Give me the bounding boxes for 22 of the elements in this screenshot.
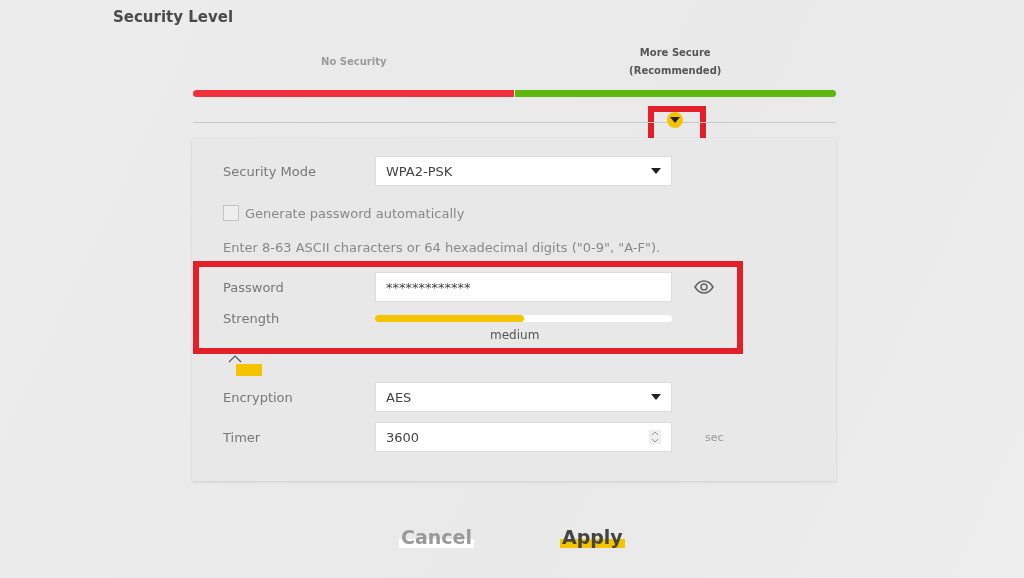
caret-icon [651, 168, 661, 174]
field-label: Strength [223, 310, 281, 326]
caret-icon [651, 394, 661, 400]
checkbox-label: Generate password automatically [245, 205, 465, 221]
hint-text: Enter 8-63 ASCII characters or 64 hexadecimal digits ("0-9", "A-F"). [223, 239, 661, 255]
eye-icon[interactable] [694, 280, 714, 294]
password-field[interactable]: ************* [375, 272, 672, 302]
field-label: Timer [223, 429, 262, 445]
security-mode-dropdown[interactable]: WPA2-PSK [375, 156, 672, 186]
level-marker-icon[interactable] [667, 112, 684, 128]
unit-label: sec [705, 430, 724, 444]
encryption-dropdown[interactable]: AES [375, 382, 672, 412]
collapse-icon [228, 354, 262, 376]
timer-field[interactable]: 3600 [375, 422, 672, 452]
field-label: Security Mode [223, 163, 317, 179]
field-label: Encryption [223, 389, 294, 405]
field-label: Password [223, 279, 285, 295]
level-label[interactable]: More Secure (Recommended) [514, 40, 836, 84]
section-title: Security Level [113, 8, 234, 26]
spinner-icon[interactable] [649, 430, 661, 444]
checkbox[interactable] [223, 205, 239, 221]
strength-reading: medium [490, 328, 541, 342]
